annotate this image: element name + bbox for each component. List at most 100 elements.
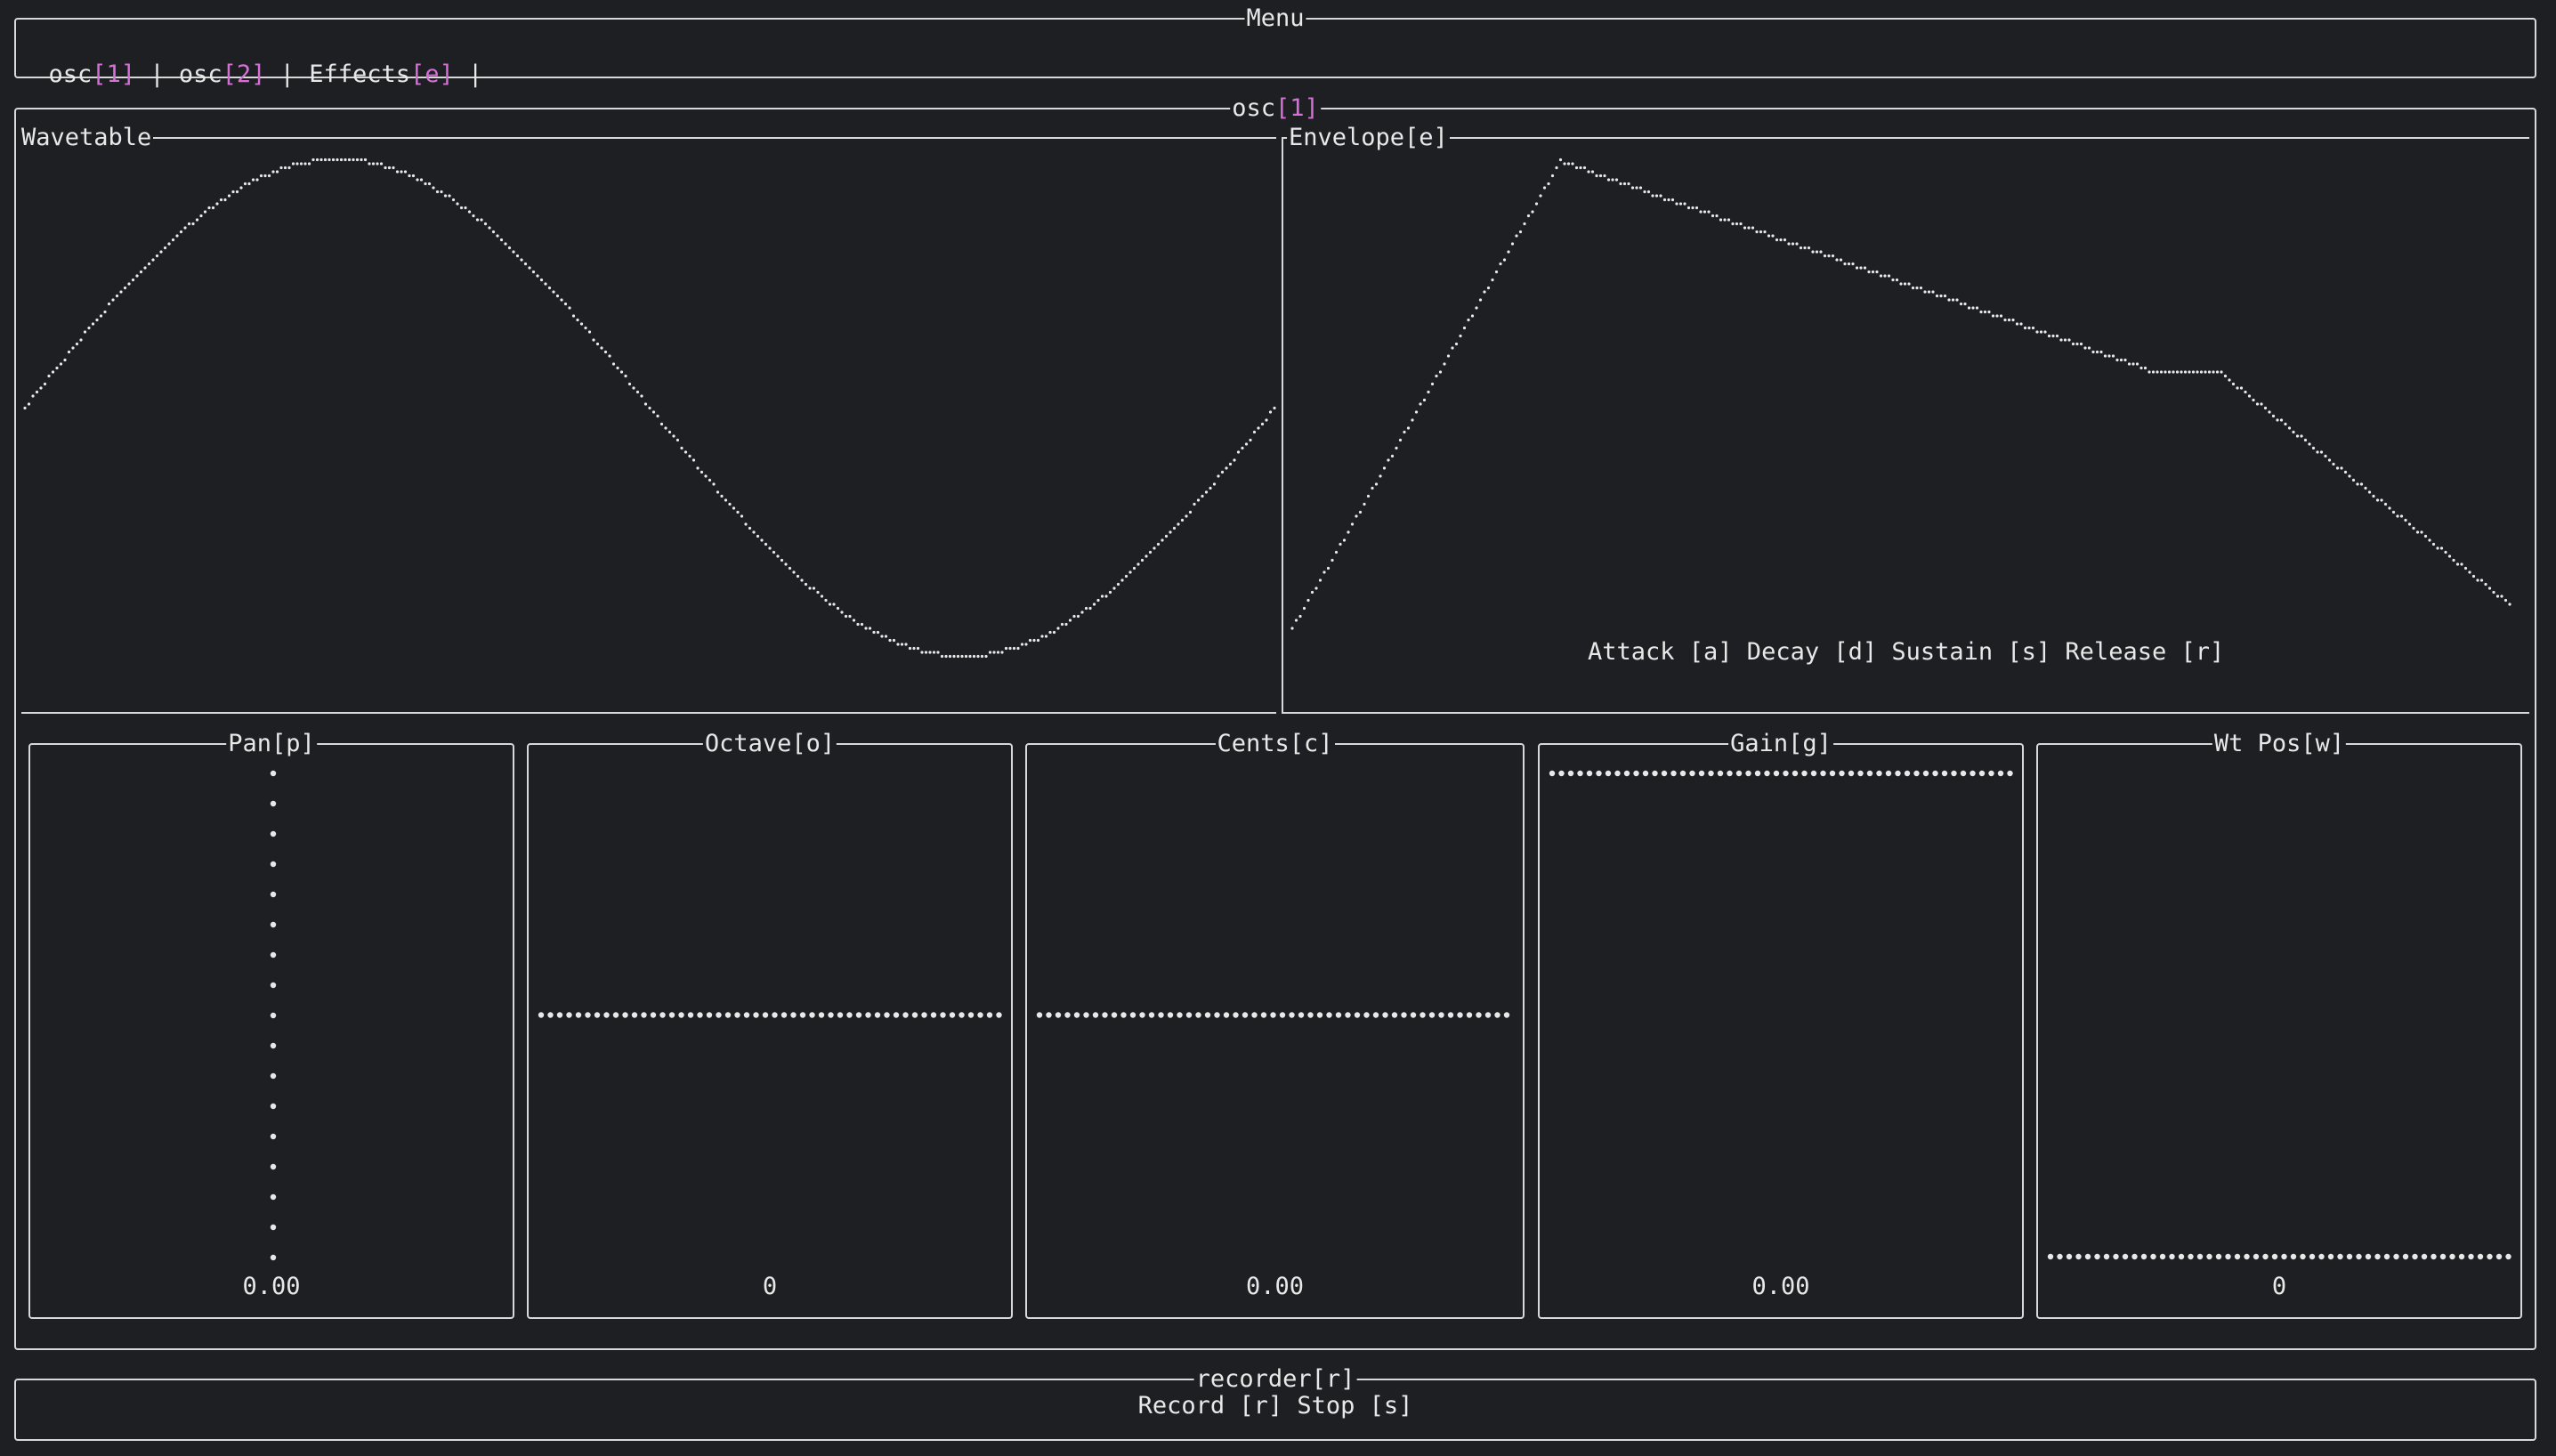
meter-dot <box>2206 1253 2212 1260</box>
envelope-point <box>1911 286 1915 290</box>
wavetable-point <box>924 651 928 654</box>
envelope-point <box>2135 362 2139 366</box>
wavetable-point <box>888 638 892 643</box>
menu-separator: | <box>135 61 179 88</box>
meter-dot <box>1214 1012 1220 1018</box>
wavetable-point <box>416 178 419 182</box>
meter-dot <box>2047 1253 2054 1260</box>
meter-dot <box>949 1012 956 1018</box>
envelope-point <box>2103 354 2107 358</box>
recorder-title[interactable]: recorder[r] <box>1193 1364 1357 1394</box>
wavetable-point <box>311 158 315 162</box>
envelope-point <box>1863 266 1867 270</box>
wavetable-point <box>35 390 39 394</box>
envelope-point <box>1590 170 1595 174</box>
wavetable-point <box>788 566 792 570</box>
envelope-point <box>2460 562 2463 566</box>
wavetable-point <box>812 586 816 590</box>
wavetable-point <box>131 278 135 282</box>
meter-dot <box>1242 1012 1249 1018</box>
wavetable-point <box>183 226 187 230</box>
envelope-point <box>1603 174 1606 178</box>
meter-dot <box>1866 770 1873 777</box>
meter-dot <box>1586 770 1593 777</box>
meter-dot <box>1428 1012 1436 1018</box>
envelope-point <box>1582 166 1587 170</box>
envelope-point <box>2343 470 2348 474</box>
envelope-point <box>1443 362 1446 366</box>
envelope-point <box>2172 370 2175 374</box>
envelope-point <box>1483 290 1486 294</box>
envelope-point <box>1707 210 1711 214</box>
wavetable-point <box>115 294 119 298</box>
envelope-point <box>2383 502 2388 506</box>
meter-dot <box>270 800 277 807</box>
wavetable-point <box>1004 646 1008 651</box>
meter-dot <box>2300 1253 2306 1260</box>
meter-dot <box>977 1012 983 1018</box>
recorder-help: Record [r] Stop [s] <box>1137 1392 1413 1420</box>
pan-knob[interactable]: Pan[p] 0.00 <box>28 729 514 1319</box>
wavetable-point <box>1008 646 1012 651</box>
envelope-point <box>1326 566 1331 570</box>
wavetable-point <box>848 614 852 619</box>
envelope-point <box>1651 194 1654 198</box>
gain-meter <box>1549 770 2013 777</box>
envelope-point <box>1915 286 1919 290</box>
wavetable-point <box>868 627 872 630</box>
wavetable-point <box>379 162 384 166</box>
envelope-point <box>1387 458 1390 462</box>
wt-pos-knob[interactable]: Wt Pos[w] 0 <box>2036 729 2522 1319</box>
wavetable-point <box>523 262 528 266</box>
envelope-point <box>1686 206 1691 210</box>
wavetable-point <box>504 242 507 246</box>
wavetable-point <box>744 522 748 526</box>
meter-dot <box>2178 1253 2185 1260</box>
menu-item-effects[interactable]: Effects[e] <box>309 61 454 88</box>
menu-item-osc-1[interactable]: osc[1] <box>49 61 136 88</box>
envelope-point <box>1491 278 1494 282</box>
wavetable-point <box>792 570 796 574</box>
wavetable-point <box>568 306 571 310</box>
wavetable-point <box>539 278 544 282</box>
wavetable-point <box>796 574 800 578</box>
meter-dot <box>1111 1012 1118 1018</box>
envelope-point <box>1534 202 1539 206</box>
envelope-point <box>2148 370 2151 374</box>
wavetable-point <box>624 374 627 378</box>
wavetable-point <box>784 562 788 566</box>
wavetable-point <box>1064 622 1068 627</box>
envelope-title[interactable]: Envelope[e] <box>1287 123 1450 152</box>
menu-item-osc-2[interactable]: osc[2] <box>179 61 266 88</box>
envelope-point <box>1747 226 1751 230</box>
envelope-plot[interactable] <box>1290 156 2512 636</box>
envelope-point <box>1342 538 1347 542</box>
wavetable-point <box>395 170 400 174</box>
envelope-point <box>2439 546 2444 550</box>
envelope-point <box>1366 494 1371 498</box>
meter-dot <box>1223 1012 1230 1018</box>
wavetable-point <box>483 222 488 226</box>
envelope-point <box>1566 162 1571 166</box>
wavetable-point <box>1012 646 1016 651</box>
envelope-point <box>2063 338 2067 342</box>
octave-knob[interactable]: Octave[o] 0 <box>527 729 1013 1319</box>
meter-dot <box>1895 770 1901 777</box>
envelope-help: Attack [a] Decay [d] Sustain [s] Release… <box>1588 638 2225 666</box>
envelope-point <box>2047 334 2051 338</box>
envelope-point <box>2019 322 2023 326</box>
meter-dot <box>1904 770 1911 777</box>
cents-knob[interactable]: Cents[c] 0.00 <box>1025 729 1525 1319</box>
wavetable-point <box>320 158 323 162</box>
wavetable-point <box>1145 554 1148 558</box>
wavetable-point <box>1108 590 1112 595</box>
envelope-point <box>1579 166 1582 170</box>
meter-dot <box>1698 770 1705 777</box>
gain-knob[interactable]: Gain[g] 0.00 <box>1538 729 2024 1319</box>
meter-dot <box>1577 770 1583 777</box>
envelope-point <box>1531 210 1534 214</box>
meter-dot <box>1438 1012 1444 1018</box>
meter-dot <box>1289 1012 1295 1018</box>
meter-dot <box>1679 770 1686 777</box>
envelope-point <box>1987 310 1991 314</box>
